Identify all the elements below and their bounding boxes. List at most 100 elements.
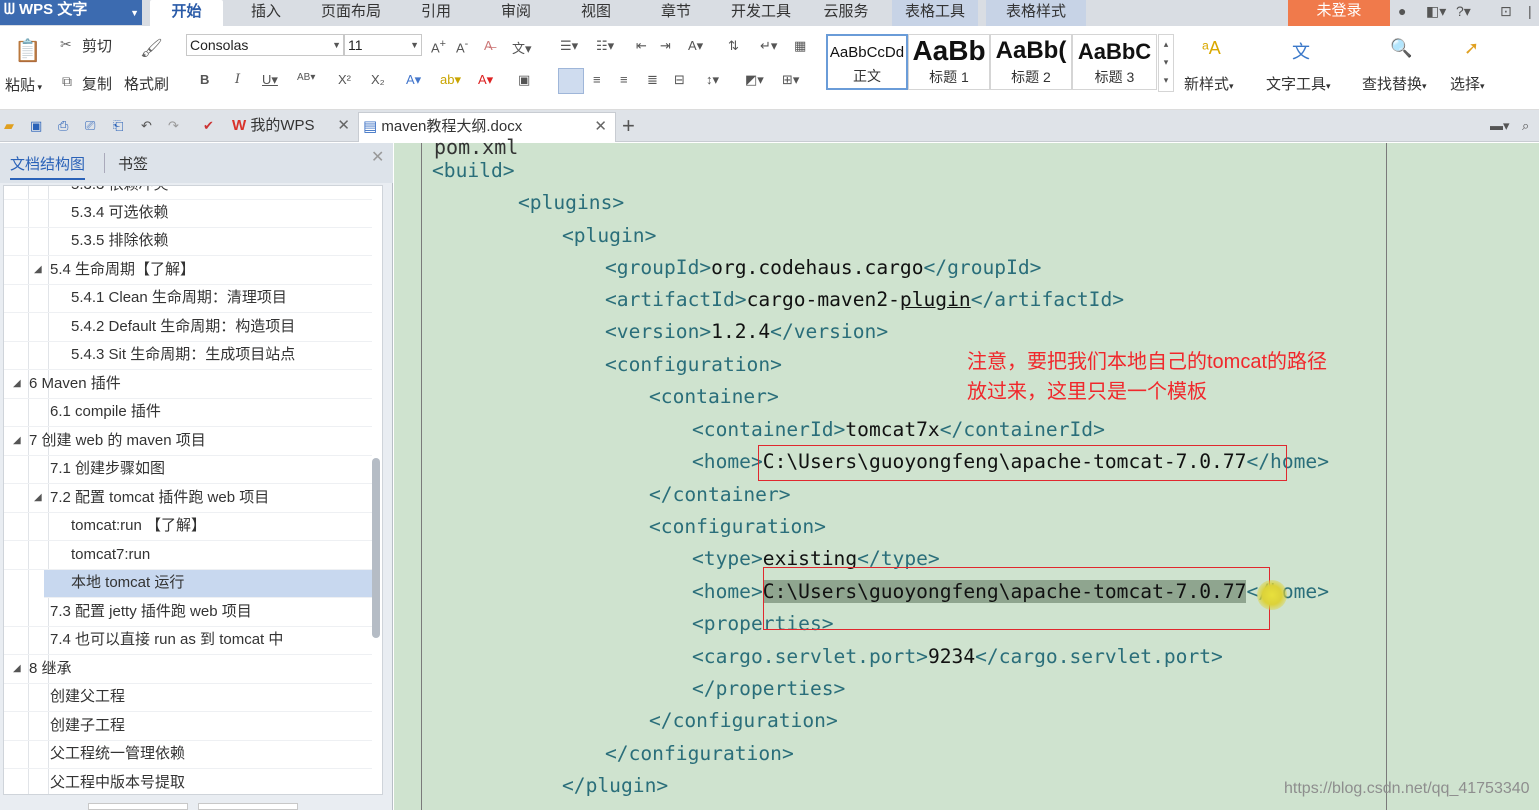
outline-item[interactable]: 5.4.2 Default 生命周期：构造项目 (4, 314, 372, 342)
distributed-icon[interactable]: ⊟ (674, 72, 685, 88)
tab-references[interactable]: 引用 (408, 0, 464, 26)
app-menu-button[interactable]: ᗯ WPS 文字 ▼ (0, 0, 142, 25)
login-button[interactable]: 未登录 (1288, 0, 1390, 26)
restore-icon[interactable]: ⊡ (1500, 3, 1512, 20)
collapse-arrow-icon[interactable]: ◢ (34, 257, 42, 283)
line-spacing-icon[interactable]: ↕▾ (706, 72, 719, 88)
table-icon[interactable]: ▦ (794, 38, 806, 54)
share-icon[interactable]: ◧▾ (1426, 3, 1446, 20)
collapse-arrow-icon[interactable]: ◢ (13, 656, 21, 682)
outline-item[interactable]: 创建父工程 (4, 684, 372, 712)
justify-icon[interactable]: ≣ (647, 72, 658, 88)
tab-cloud[interactable]: 云服务 (815, 0, 877, 26)
text-tools-button[interactable]: 文字工具▾ (1266, 73, 1331, 94)
outline-item[interactable]: ◢ 6 Maven 插件 (4, 371, 372, 399)
strikethrough-icon[interactable]: AB▾ (297, 72, 315, 83)
outline-item[interactable]: 创建子工程 (4, 713, 372, 741)
undo-icon[interactable]: ↶ (141, 118, 152, 134)
increase-indent-icon[interactable]: ⇥ (660, 38, 671, 54)
outline-item[interactable]: 5.4.3 Sit 生命周期：生成项目站点 (4, 342, 372, 370)
style-heading-1[interactable]: AaBb 标题 1 (908, 34, 990, 90)
numbering-icon[interactable]: ☷▾ (596, 38, 614, 54)
grow-font-icon[interactable]: A+ (431, 38, 446, 55)
outline-item[interactable]: tomcat:run 【了解】 (4, 513, 372, 541)
outline-item[interactable]: 5.3.3 依赖冲突 (4, 186, 372, 200)
align-left-icon[interactable] (558, 68, 584, 94)
borders-icon[interactable]: ⊞▾ (782, 72, 799, 88)
outline-item[interactable]: 5.3.4 可选依赖 (4, 200, 372, 228)
outline-item[interactable]: 5.4.1 Clean 生命周期：清理项目 (4, 285, 372, 313)
tab-document-map[interactable]: 文档结构图 (10, 153, 86, 180)
shading-icon[interactable]: ◩▾ (745, 72, 764, 88)
outline-item-selected[interactable]: 本地 tomcat 运行 (44, 570, 372, 598)
outline-item[interactable]: 父工程中版本号提取 (4, 770, 372, 794)
tab-developer[interactable]: 开发工具 (722, 0, 800, 26)
styles-scroll[interactable]: ▴ ▾ ▾ (1158, 34, 1174, 92)
shrink-font-icon[interactable]: A- (456, 38, 468, 55)
tab-page-layout[interactable]: 页面布局 (312, 0, 390, 26)
copy-button[interactable]: 复制 (82, 73, 112, 94)
tab-list-icon[interactable]: ▬▾ (1490, 118, 1510, 134)
outline-scrollbar[interactable] (372, 458, 380, 638)
tab-insert[interactable]: 插入 (238, 0, 294, 26)
close-icon[interactable]: ✕ (337, 112, 350, 140)
tab-view[interactable]: 视图 (568, 0, 624, 26)
tab-home[interactable]: 开始 (150, 0, 223, 26)
print-preview-icon[interactable]: ⎗ (113, 118, 123, 134)
skin-icon[interactable]: ● (1398, 3, 1406, 19)
style-normal[interactable]: AaBbCcDd 正文 (826, 34, 908, 90)
clear-format-icon[interactable]: A̶ (484, 38, 493, 53)
close-icon[interactable]: ✕ (371, 147, 384, 167)
tab-my-wps[interactable]: W 我的WPS ✕ (228, 112, 356, 142)
paste-button[interactable]: 粘贴 ▾ (5, 74, 42, 95)
select-button[interactable]: 选择▾ (1450, 73, 1485, 94)
show-marks-icon[interactable]: ↵▾ (760, 38, 777, 54)
font-color-icon[interactable]: A▾ (478, 72, 493, 88)
outline-item[interactable]: ◢ 7 创建 web 的 maven 项目 (4, 428, 372, 456)
align-right-icon[interactable]: ≡ (620, 72, 628, 87)
tab-table-style[interactable]: 表格样式 (986, 0, 1086, 26)
superscript-icon[interactable]: X² (338, 72, 351, 87)
tab-table-tools[interactable]: 表格工具 (892, 0, 978, 26)
font-size-select[interactable]: 11 ▼ (344, 34, 422, 56)
style-heading-2[interactable]: AaBb( 标题 2 (990, 34, 1072, 90)
new-tab-plus-icon[interactable]: + (622, 112, 635, 142)
cut-button[interactable]: 剪切 (82, 35, 112, 56)
outline-item[interactable]: ◢ 8 继承 (4, 656, 372, 684)
paste-icon[interactable]: 📋 (14, 38, 41, 64)
text-effect-icon[interactable]: A▾ (406, 72, 421, 88)
char-shading-icon[interactable]: ▣ (518, 72, 530, 88)
collapse-arrow-icon[interactable]: ◢ (13, 371, 21, 397)
decrease-indent-icon[interactable]: ⇤ (636, 38, 647, 54)
outline-item[interactable]: 父工程统一管理依赖 (4, 741, 372, 769)
tab-chapter[interactable]: 章节 (648, 0, 704, 26)
save-icon[interactable]: ▣ (30, 118, 42, 134)
bullets-icon[interactable]: ☰▾ (560, 38, 578, 54)
footer-button[interactable] (88, 803, 188, 810)
close-icon[interactable]: ✕ (594, 113, 607, 141)
subscript-icon[interactable]: X₂ (371, 72, 385, 87)
print-icon[interactable]: ⎚ (85, 118, 95, 134)
customize-icon[interactable]: ✔ (203, 118, 214, 134)
highlight-color-icon[interactable]: ab▾ (440, 72, 461, 88)
text-direction-icon[interactable]: A▾ (688, 38, 703, 54)
output-pdf-icon[interactable]: ⎙ (58, 118, 68, 134)
tab-review[interactable]: 审阅 (488, 0, 544, 26)
collapse-arrow-icon[interactable]: ◢ (13, 428, 21, 454)
outline-item[interactable]: ◢ 7.2 配置 tomcat 插件跑 web 项目 (4, 485, 372, 513)
outline-item[interactable]: tomcat7:run (4, 542, 372, 570)
font-family-select[interactable]: Consolas ▼ (186, 34, 344, 56)
bold-icon[interactable]: B (200, 72, 209, 87)
outline-item[interactable]: 5.3.5 排除依赖 (4, 228, 372, 256)
outline-item[interactable]: 7.4 也可以直接 run as 到 tomcat 中 (4, 627, 372, 655)
format-painter-button[interactable]: 格式刷 (124, 73, 169, 94)
tab-bookmarks[interactable]: 书签 (118, 153, 148, 174)
outline-item[interactable]: 7.3 配置 jetty 插件跑 web 项目 (4, 599, 372, 627)
collapse-arrow-icon[interactable]: ◢ (34, 485, 42, 511)
minimize-icon[interactable]: | (1528, 3, 1532, 19)
help-icon[interactable]: ?▾ (1456, 3, 1471, 20)
find-replace-button[interactable]: 查找替换▾ (1362, 73, 1427, 94)
outline-item[interactable]: 7.1 创建步骤如图 (4, 456, 372, 484)
search-icon[interactable]: ⌕ (1522, 118, 1529, 134)
footer-button[interactable] (198, 803, 298, 810)
